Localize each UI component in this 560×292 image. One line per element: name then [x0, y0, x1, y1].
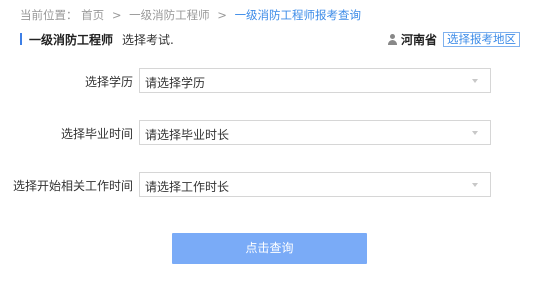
current-province: 河南省 — [400, 32, 437, 47]
breadcrumb-separator: > — [111, 8, 122, 22]
breadcrumb-prefix: 当前位置： — [20, 8, 78, 22]
work-start-select[interactable]: 请选择工作时长 — [139, 172, 491, 197]
education-select[interactable]: 请选择学历 — [139, 68, 491, 93]
breadcrumb-category-link[interactable]: 一级消防工程师 — [129, 8, 210, 22]
education-row: 选择学历 请选择学历 — [0, 68, 560, 94]
title-accent-bar — [20, 33, 22, 45]
user-icon — [387, 33, 397, 45]
work-start-label: 选择开始相关工作时间 — [12, 179, 133, 193]
chevron-down-icon — [472, 183, 478, 187]
chevron-down-icon — [472, 79, 478, 83]
education-select-value: 请选择学历 — [145, 76, 206, 90]
chevron-down-icon — [472, 131, 478, 135]
graduation-row: 选择毕业时间 请选择毕业时长 — [0, 120, 560, 146]
region-selector: 河南省 选择报考地区 — [387, 30, 520, 48]
breadcrumb-current-link[interactable]: 一级消防工程师报考查询 — [235, 8, 362, 22]
graduation-select-value: 请选择毕业时长 — [145, 128, 230, 142]
query-button[interactable]: 点击查询 — [172, 233, 367, 264]
graduation-select[interactable]: 请选择毕业时长 — [139, 120, 491, 145]
select-region-button[interactable]: 选择报考地区 — [443, 31, 520, 47]
breadcrumb-home-link[interactable]: 首页 — [81, 8, 104, 22]
page-title: 一级消防工程师 — [29, 33, 114, 47]
page-subtitle: 选择考试. — [122, 33, 174, 47]
work-start-select-value: 请选择工作时长 — [145, 180, 230, 194]
graduation-label: 选择毕业时间 — [60, 127, 133, 141]
breadcrumb-separator: > — [217, 8, 227, 22]
work-start-row: 选择开始相关工作时间 请选择工作时长 — [0, 172, 560, 198]
education-label: 选择学历 — [84, 75, 133, 89]
breadcrumb: 当前位置： 首页 > 一级消防工程师 > 一级消防工程师报考查询 — [20, 7, 361, 23]
